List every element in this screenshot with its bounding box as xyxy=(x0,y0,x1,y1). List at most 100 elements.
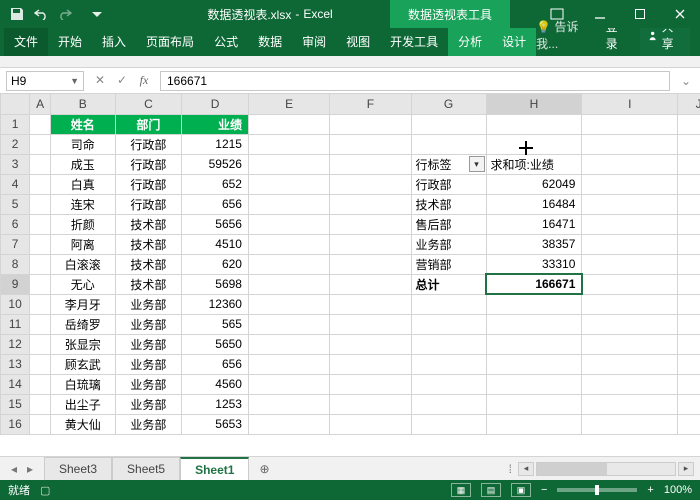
tab-file[interactable]: 文件 xyxy=(4,27,48,56)
cell[interactable] xyxy=(486,354,582,374)
undo-icon[interactable] xyxy=(30,3,52,25)
row-header-14[interactable]: 14 xyxy=(1,374,30,394)
cell[interactable]: 白真 xyxy=(51,174,116,194)
cell[interactable] xyxy=(248,294,329,314)
redo-icon[interactable] xyxy=(54,3,76,25)
cell[interactable]: 1215 xyxy=(182,134,249,154)
cell[interactable] xyxy=(582,274,678,294)
zoom-out-icon[interactable]: − xyxy=(541,484,547,496)
pivot-row-label-header[interactable]: 行标签▾ xyxy=(411,154,486,174)
worksheet-grid[interactable]: ABCDEFGHIJ1姓名部门业绩2司命行政部12153成玉行政部59526行标… xyxy=(0,94,700,454)
cell[interactable] xyxy=(486,334,582,354)
cell[interactable]: 折颜 xyxy=(51,214,116,234)
sheet-tab-Sheet3[interactable]: Sheet3 xyxy=(44,457,112,482)
cell[interactable]: 出尘子 xyxy=(51,394,116,414)
sheet-tab-Sheet1[interactable]: Sheet1 xyxy=(180,457,249,482)
tab-formulas[interactable]: 公式 xyxy=(204,27,248,56)
row-header-1[interactable]: 1 xyxy=(1,114,30,134)
cell[interactable] xyxy=(582,194,678,214)
row-header-15[interactable]: 15 xyxy=(1,394,30,414)
cell[interactable] xyxy=(30,354,51,374)
cell[interactable]: 黄大仙 xyxy=(51,414,116,434)
cell[interactable] xyxy=(330,194,411,214)
cell[interactable] xyxy=(678,334,700,354)
col-header-B[interactable]: B xyxy=(51,94,116,114)
tab-design[interactable]: 设计 xyxy=(492,27,536,56)
cell[interactable] xyxy=(30,234,51,254)
cell[interactable] xyxy=(582,234,678,254)
cell[interactable] xyxy=(678,234,700,254)
page-break-view-icon[interactable]: ▣ xyxy=(511,483,531,497)
cell[interactable] xyxy=(678,214,700,234)
zoom-slider[interactable] xyxy=(557,488,637,492)
cell[interactable] xyxy=(30,314,51,334)
expand-formula-icon[interactable]: ⌄ xyxy=(678,74,694,88)
tab-insert[interactable]: 插入 xyxy=(92,27,136,56)
cell[interactable] xyxy=(330,154,411,174)
cell[interactable] xyxy=(411,134,486,154)
cell[interactable] xyxy=(486,134,582,154)
row-header-6[interactable]: 6 xyxy=(1,214,30,234)
cell[interactable] xyxy=(30,134,51,154)
cell[interactable] xyxy=(30,394,51,414)
row-header-10[interactable]: 10 xyxy=(1,294,30,314)
maximize-icon[interactable] xyxy=(620,0,660,28)
normal-view-icon[interactable]: ▦ xyxy=(451,483,471,497)
row-header-11[interactable]: 11 xyxy=(1,314,30,334)
cell[interactable]: 技术部 xyxy=(115,234,182,254)
cell[interactable] xyxy=(582,414,678,434)
cell[interactable] xyxy=(330,214,411,234)
cell[interactable]: 565 xyxy=(182,314,249,334)
cell[interactable] xyxy=(330,134,411,154)
pivot-row-label[interactable]: 售后部 xyxy=(411,214,486,234)
cell[interactable] xyxy=(678,314,700,334)
cell[interactable] xyxy=(678,114,700,134)
cell[interactable] xyxy=(582,394,678,414)
cell[interactable] xyxy=(678,374,700,394)
cell[interactable] xyxy=(30,334,51,354)
cell[interactable]: 阿离 xyxy=(51,234,116,254)
col-header-F[interactable]: F xyxy=(330,94,411,114)
pivot-value[interactable]: 38357 xyxy=(486,234,582,254)
cell[interactable]: 业务部 xyxy=(115,374,182,394)
cell[interactable]: 5698 xyxy=(182,274,249,294)
cell[interactable]: 4560 xyxy=(182,374,249,394)
cell[interactable]: 行政部 xyxy=(115,134,182,154)
cell[interactable] xyxy=(248,214,329,234)
pivot-row-label[interactable]: 业务部 xyxy=(411,234,486,254)
cell[interactable]: 656 xyxy=(182,194,249,214)
name-box[interactable]: H9 ▼ xyxy=(6,71,84,91)
cell[interactable] xyxy=(582,174,678,194)
row-header-7[interactable]: 7 xyxy=(1,234,30,254)
cell[interactable]: 5653 xyxy=(182,414,249,434)
cell[interactable]: 技术部 xyxy=(115,274,182,294)
zoom-in-icon[interactable]: + xyxy=(647,484,653,496)
col-header-A[interactable]: A xyxy=(30,94,51,114)
cell[interactable] xyxy=(248,254,329,274)
cell[interactable]: 岳绮罗 xyxy=(51,314,116,334)
cell[interactable] xyxy=(411,294,486,314)
chevron-down-icon[interactable]: ▼ xyxy=(70,76,79,86)
cell[interactable]: 连宋 xyxy=(51,194,116,214)
cell[interactable] xyxy=(330,114,411,134)
cell[interactable] xyxy=(248,394,329,414)
cell[interactable] xyxy=(678,174,700,194)
cell[interactable]: 业务部 xyxy=(115,314,182,334)
cell[interactable]: 张显宗 xyxy=(51,334,116,354)
cell[interactable]: 顾玄武 xyxy=(51,354,116,374)
cell[interactable]: 5656 xyxy=(182,214,249,234)
cell[interactable] xyxy=(330,334,411,354)
cell[interactable] xyxy=(582,354,678,374)
fx-icon[interactable]: fx xyxy=(136,73,152,88)
col-header-G[interactable]: G xyxy=(411,94,486,114)
pivot-value-header[interactable]: 求和项:业绩 xyxy=(486,154,582,174)
cell[interactable]: 656 xyxy=(182,354,249,374)
cell[interactable] xyxy=(678,354,700,374)
macro-record-icon[interactable]: ▢ xyxy=(40,484,50,497)
col-header-H[interactable]: H xyxy=(486,94,582,114)
cell[interactable] xyxy=(30,214,51,234)
cell[interactable]: 行政部 xyxy=(115,174,182,194)
cell[interactable] xyxy=(582,374,678,394)
col-header-E[interactable]: E xyxy=(248,94,329,114)
cell[interactable] xyxy=(678,194,700,214)
